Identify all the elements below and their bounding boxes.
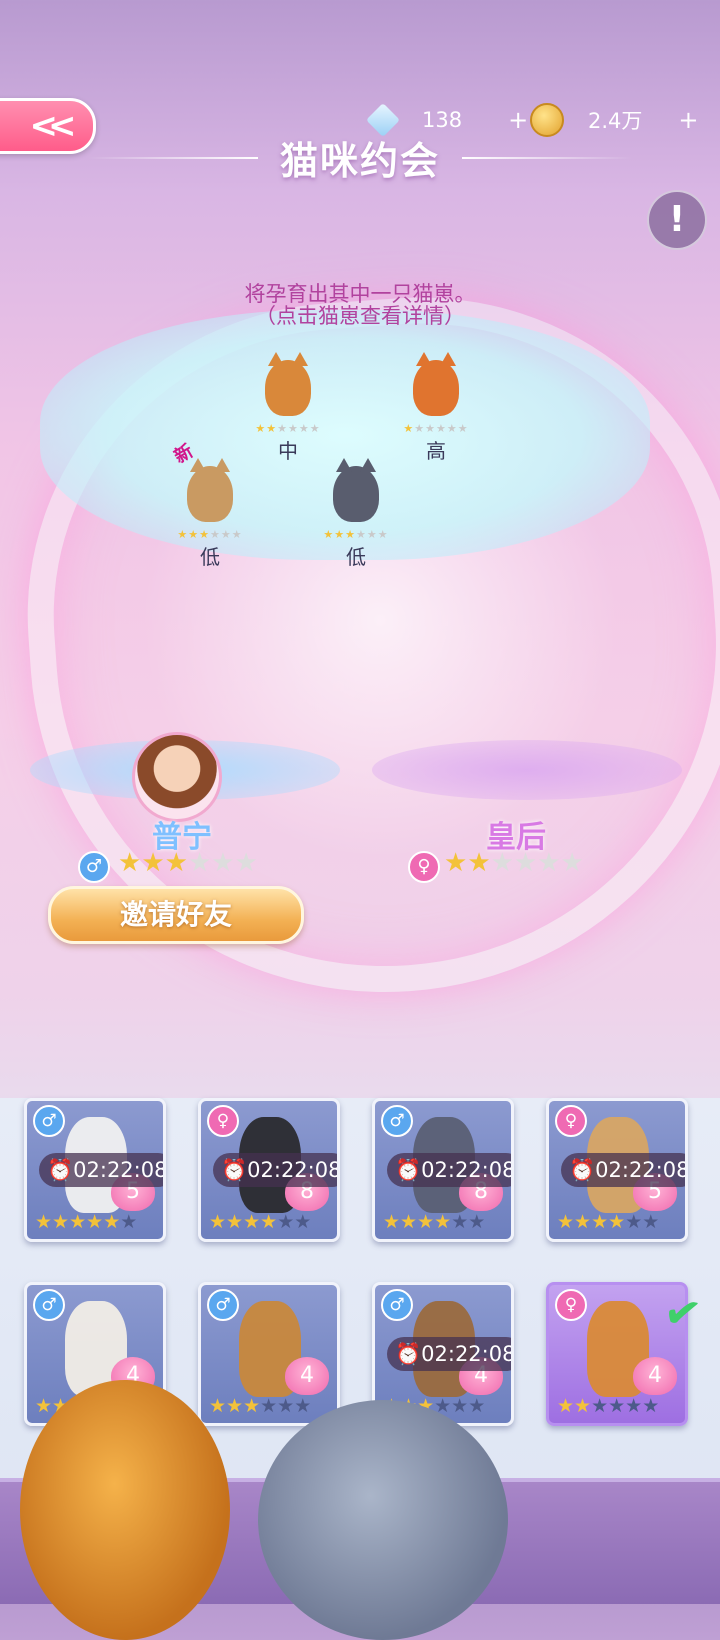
male-icon: ♂ [381, 1289, 413, 1321]
player-avatar[interactable] [132, 732, 222, 822]
cat-card-stars: ★★★★★★ [557, 1395, 660, 1417]
female-icon: ♀ [555, 1289, 587, 1321]
cooldown-timer: ⏰02:22:08 [561, 1153, 685, 1187]
heart-badge-icon: 4 [633, 1357, 677, 1395]
kitten-2-image [413, 352, 459, 416]
invite-friend-button[interactable]: 邀请好友 [48, 886, 304, 944]
kitten-3-stars: ★★★★★★ [177, 528, 243, 541]
male-icon: ♂ [33, 1105, 65, 1137]
male-icon: ♂ [381, 1105, 413, 1137]
cat-card-stars: ★★★★★★ [383, 1211, 486, 1233]
cooldown-timer: ⏰02:22:08 [213, 1153, 337, 1187]
kitten-option-2[interactable]: ★★★★★★ 高 [376, 352, 496, 464]
partner-stars: ★★★★★★ [444, 848, 584, 878]
kitten-3-level: 低 [200, 545, 220, 569]
info-button[interactable]: ! [647, 190, 707, 250]
male-icon: ♂ [207, 1289, 239, 1321]
cat-card-stars: ★★★★★★ [209, 1395, 312, 1417]
kitten-1-stars: ★★★★★★ [255, 422, 321, 435]
cooldown-timer: ⏰02:22:08 [387, 1337, 511, 1371]
hint-line-2: （点击猫崽查看详情） [255, 304, 465, 328]
cat-card-stars: ★★★★★★ [35, 1211, 138, 1233]
kitten-1-image [265, 352, 311, 416]
page-title: 猫咪约会 [279, 139, 440, 183]
female-icon: ♀ [408, 851, 440, 883]
kitten-3-image [187, 458, 233, 522]
kitten-option-3[interactable]: ★★★★★★ 低 [150, 458, 270, 570]
kitten-4-image [333, 458, 379, 522]
male-icon: ♂ [33, 1289, 65, 1321]
cat-card-stars: ★★★★★★ [557, 1211, 660, 1233]
tabby-cat-foreground [20, 1380, 230, 1640]
kitten-option-1[interactable]: ★★★★★★ 中 [228, 352, 348, 464]
cooldown-timer: ⏰02:22:08 [387, 1153, 511, 1187]
cat-card[interactable]: ♂ 8 ⏰02:22:08 ★★★★★★ [372, 1098, 514, 1242]
kitten-2-stars: ★★★★★★ [403, 422, 469, 435]
kitten-4-level: 低 [346, 545, 366, 569]
cat-card[interactable]: ♂ 4★★★★★★ [198, 1282, 340, 1426]
female-icon: ♀ [207, 1105, 239, 1137]
kitten-option-4[interactable]: ★★★★★★ 低 [296, 458, 416, 570]
partner-cat-pad [372, 740, 682, 800]
cat-card-stars: ★★★★★★ [209, 1211, 312, 1233]
heart-badge-icon: 4 [285, 1357, 329, 1395]
kitten-1-level: 中 [278, 439, 298, 463]
cat-card[interactable]: ♂ 5 ⏰02:22:08 ★★★★★★ [24, 1098, 166, 1242]
diamond-amount: 138 [422, 108, 463, 132]
kitten-2-level: 高 [426, 439, 446, 463]
cat-card[interactable]: ♀ 8 ⏰02:22:08 ★★★★★★ [198, 1098, 340, 1242]
cooldown-timer: ⏰02:22:08 [39, 1153, 163, 1187]
cat-card[interactable]: ♀ 5 ⏰02:22:08 ★★★★★★ [546, 1098, 688, 1242]
gray-cat-foreground [258, 1400, 508, 1640]
female-icon: ♀ [555, 1105, 587, 1137]
kitten-4-stars: ★★★★★★ [323, 528, 389, 541]
player-stars: ★★★★★★ [118, 848, 258, 878]
male-icon: ♂ [78, 851, 110, 883]
